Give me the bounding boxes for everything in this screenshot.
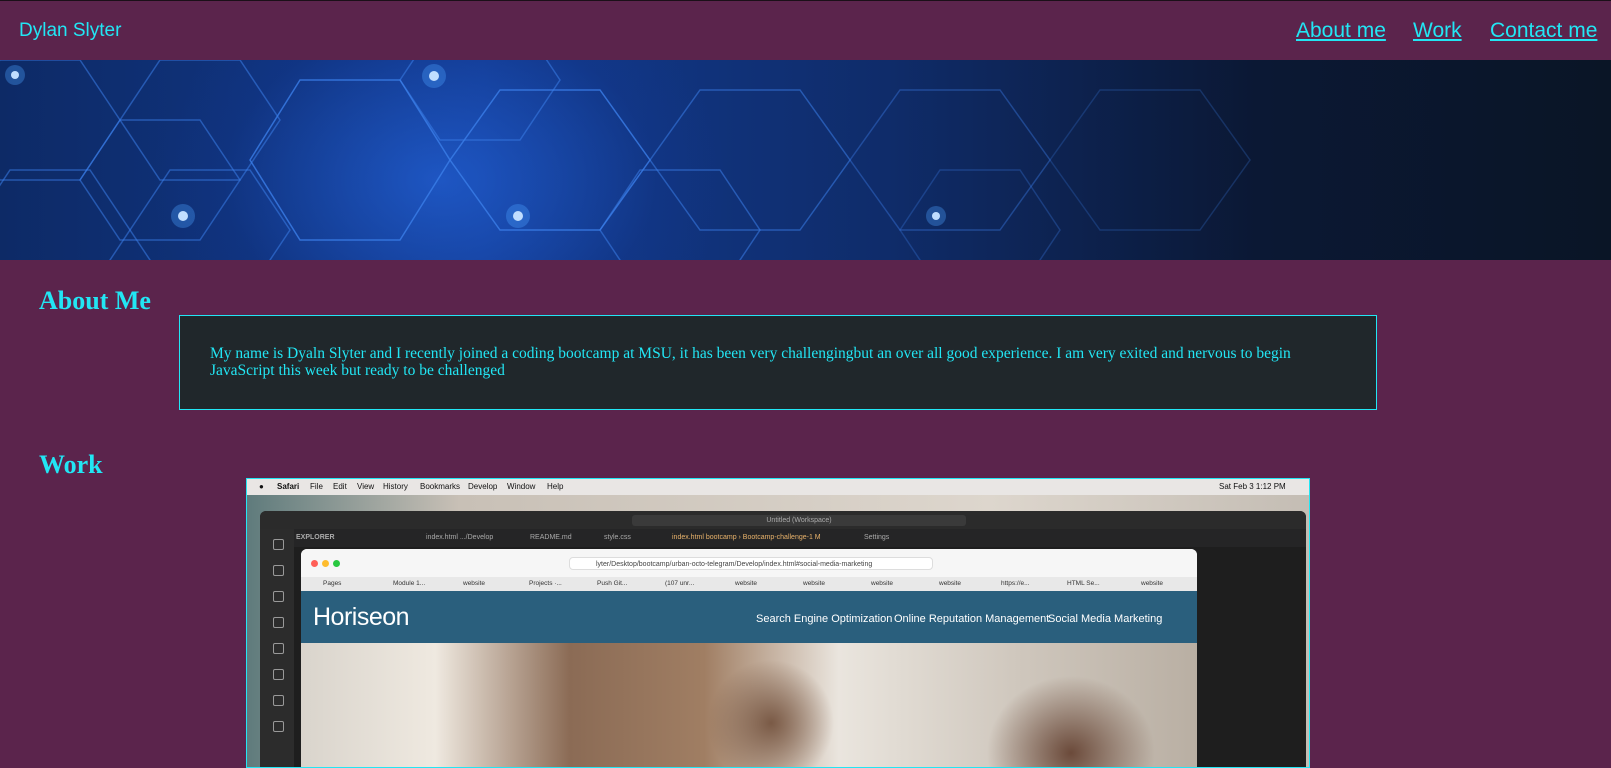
about-text: My name is Dyaln Slyter and I recently j… <box>210 345 1291 379</box>
bookmark: website <box>735 580 758 587</box>
vscode-tabs: EXPLORER index.html .../Develop README.m… <box>294 529 1306 547</box>
bookmark: (107 unr... <box>665 580 695 587</box>
about-heading: About Me <box>39 286 151 315</box>
horiseon-nav-link: Search Engine Optimization <box>756 613 893 625</box>
menubar-item: History <box>383 482 408 491</box>
bookmark: website <box>1141 580 1164 587</box>
bookmark: Pages <box>323 580 342 587</box>
remote-icon <box>273 721 284 732</box>
folder-icon <box>273 669 284 680</box>
vscode-tab: style.css <box>604 534 631 541</box>
minimize-dot-icon <box>322 560 329 567</box>
hexagon-pattern <box>0 60 1251 260</box>
vscode-activity-bar <box>260 529 294 767</box>
nav-about-link[interactable]: About me <box>1296 19 1386 43</box>
bookmark: Push Git... <box>597 580 628 587</box>
safari-window: lyter/Desktop/bootcamp/urban-octo-telegr… <box>301 549 1197 767</box>
source-control-icon <box>273 591 284 602</box>
vscode-tab: index.html .../Develop <box>426 534 494 541</box>
run-icon <box>273 617 284 628</box>
vscode-tab: EXPLORER <box>296 534 335 541</box>
search-icon <box>273 565 284 576</box>
bookmark: website <box>463 580 486 587</box>
vscode-tab: README.md <box>530 534 572 541</box>
menubar-item: Help <box>547 482 564 491</box>
menubar-clock: Sat Feb 3 1:12 PM <box>1219 482 1286 491</box>
bookmark: Module 1... <box>393 580 426 587</box>
vscode-tab-active: index.html bootcamp › Bootcamp-challenge… <box>672 534 821 541</box>
bookmark: website <box>939 580 962 587</box>
horiseon-hero-photo <box>301 643 1197 767</box>
nav-contact-link[interactable]: Contact me <box>1490 19 1597 43</box>
vscode-tab: Settings <box>864 534 890 541</box>
menubar-item: View <box>357 482 375 491</box>
menubar-item: Edit <box>333 482 347 491</box>
hero-banner <box>0 60 1611 260</box>
menubar-item: Window <box>507 482 536 491</box>
close-dot-icon <box>311 560 318 567</box>
safari-bookmarks-bar: Pages Module 1... website Projects ·... … <box>301 577 1197 592</box>
horiseon-nav-link: Online Reputation Management <box>894 613 1050 625</box>
timeline-icon <box>273 695 284 706</box>
horiseon-header: Horiseon Search Engine Optimization Onli… <box>301 591 1197 643</box>
horiseon-nav-link: Social Media Marketing <box>1048 613 1163 625</box>
menubar-item: Bookmarks <box>420 482 461 491</box>
site-header: Dylan Slyter About me Work Contact me <box>0 0 1611 60</box>
mac-menubar: ● Safari File Edit View History Bookmark… <box>247 479 1309 495</box>
vscode-search: Untitled (Workspace) <box>632 515 966 526</box>
apple-icon: ● <box>259 482 264 491</box>
vscode-titlebar: Untitled (Workspace) <box>260 511 1306 529</box>
bookmark: website <box>803 580 826 587</box>
bookmark: Projects ·... <box>529 580 562 587</box>
site-name: Dylan Slyter <box>19 20 122 41</box>
zoom-dot-icon <box>333 560 340 567</box>
menubar-item: Develop <box>468 482 498 491</box>
bookmark: HTML Se... <box>1067 580 1100 587</box>
horiseon-logo: Horiseon <box>313 603 410 631</box>
about-text-box: My name is Dyaln Slyter and I recently j… <box>179 315 1377 410</box>
bookmark: website <box>871 580 894 587</box>
menubar-item: File <box>310 482 323 491</box>
menubar-item: Safari <box>277 482 300 491</box>
nav-work-link[interactable]: Work <box>1413 19 1462 43</box>
explorer-icon <box>273 539 284 550</box>
work-screenshot[interactable]: ● Safari File Edit View History Bookmark… <box>246 478 1310 768</box>
extensions-icon <box>273 643 284 654</box>
vscode-window: Untitled (Workspace) EXPLORER index.html… <box>260 511 1306 767</box>
safari-toolbar: lyter/Desktop/bootcamp/urban-octo-telegr… <box>301 549 1197 577</box>
bookmark: https://e... <box>1001 580 1030 587</box>
work-heading: Work <box>39 450 103 479</box>
safari-url-bar: lyter/Desktop/bootcamp/urban-octo-telegr… <box>569 557 933 570</box>
